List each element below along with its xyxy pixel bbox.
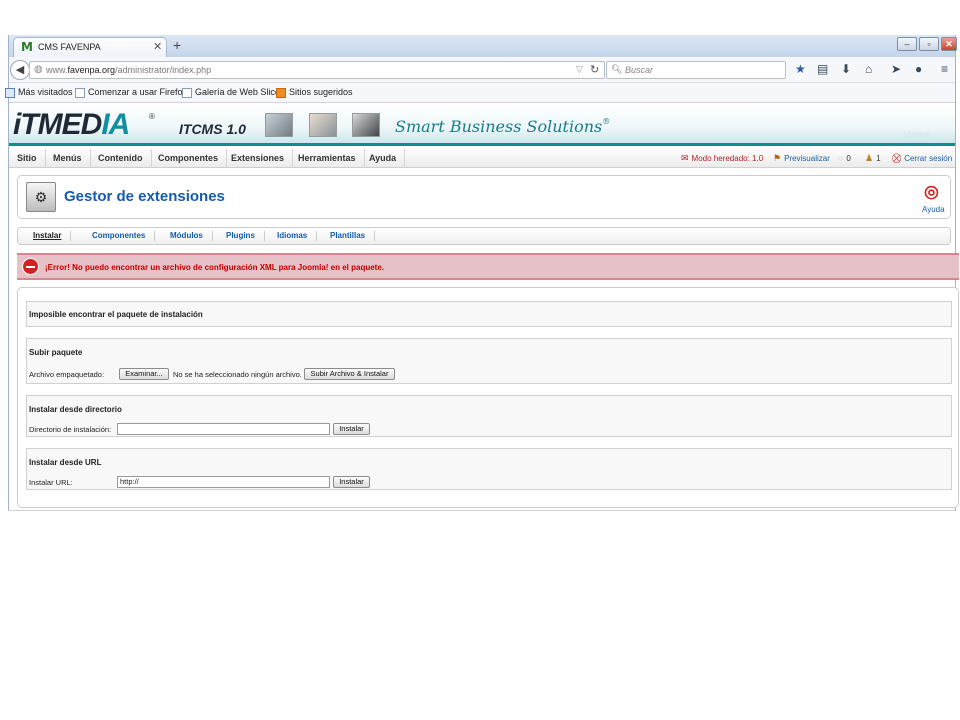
new-tab-icon[interactable]: +: [173, 37, 181, 53]
tab-idiomas[interactable]: Idiomas: [268, 231, 318, 241]
browse-button[interactable]: Examinar...: [119, 368, 169, 380]
menu-componentes[interactable]: Componentes: [150, 149, 228, 168]
version-label: Version 1.5.26: [904, 130, 931, 146]
chat-icon[interactable]: ●: [915, 62, 922, 76]
preview-link[interactable]: ⚑ Previsualizar: [773, 153, 830, 164]
minimize-button[interactable]: –: [897, 37, 917, 51]
reading-list-icon[interactable]: ▤: [817, 62, 828, 76]
file-status: No se ha seleccionado ningún archivo.: [173, 370, 302, 379]
banner-photo-business: [352, 113, 380, 137]
upload-section-title: Subir paquete: [29, 348, 83, 357]
tab-close-icon[interactable]: ✕: [153, 40, 162, 53]
help-link[interactable]: Ayuda: [922, 205, 945, 214]
maximize-button[interactable]: ▫: [919, 37, 939, 51]
suggested-sites-icon: [276, 87, 286, 98]
bookmark-most-visited[interactable]: Más visitados: [5, 87, 73, 98]
globe-icon: ◍: [34, 64, 43, 75]
directory-input[interactable]: [117, 423, 330, 435]
bookmark-star-icon[interactable]: ★: [795, 62, 806, 76]
search-bar[interactable]: 🔍︎ Buscar: [606, 61, 786, 79]
upload-install-button[interactable]: Subir Archivo & Instalar: [304, 368, 395, 380]
install-directory-button[interactable]: Instalar: [333, 423, 370, 435]
menu-sitio[interactable]: Sitio: [9, 149, 46, 168]
back-button[interactable]: ◀: [10, 60, 30, 80]
logout-icon: ⛒: [892, 153, 902, 163]
admin-menu-bar: Sitio Menús Contenido Componentes Extens…: [9, 149, 955, 168]
send-icon[interactable]: ➤: [891, 62, 901, 76]
tab-plugins[interactable]: Plugins: [217, 231, 265, 241]
install-notice-section: Imposible encontrar el paquete de instal…: [26, 301, 952, 327]
window-close-button[interactable]: ✕: [941, 37, 957, 51]
navigation-toolbar: ◀ ◍ www.favenpa.org/administrator/index.…: [9, 57, 955, 83]
bookmarks-toolbar: Más visitados Comenzar a usar Firefox Ga…: [5, 83, 955, 103]
messages-count[interactable]: ◌ 0: [838, 153, 851, 163]
menu-herramientas[interactable]: Herramientas: [290, 149, 365, 168]
admin-header-banner: iTMEDIA ® ITCMS 1.0 Smart Business Solut…: [9, 104, 955, 146]
tab-modulos[interactable]: Módulos: [161, 231, 213, 241]
bookmark-suggested-sites[interactable]: Sitios sugeridos: [276, 87, 353, 98]
reload-icon[interactable]: ↻: [590, 63, 599, 76]
legacy-mode-status: ✉ Modo heredado: 1.0: [681, 153, 764, 163]
directory-section-title: Instalar desde directorio: [29, 405, 122, 414]
search-icon: 🔍︎: [611, 64, 623, 74]
help-icon[interactable]: ◎: [924, 182, 939, 202]
search-input[interactable]: Buscar: [625, 65, 653, 75]
messages-icon: ◌: [838, 153, 844, 163]
browser-window: M CMS FAVENPA ✕ + – ▫ ✕ ◀ ◍ www.favenpa.…: [5, 35, 959, 511]
install-url-section: Instalar desde URL Instalar URL: http://…: [26, 448, 952, 490]
bookmark-folder-icon: [5, 87, 15, 98]
itmedia-logo: iTMEDIA: [13, 108, 130, 141]
install-notice-title: Imposible encontrar el paquete de instal…: [29, 310, 203, 319]
address-bar[interactable]: ◍ www.favenpa.org/administrator/index.ph…: [29, 61, 605, 79]
tab-plantillas[interactable]: Plantillas: [321, 231, 376, 241]
browser-titlebar: M CMS FAVENPA ✕ + – ▫ ✕: [9, 35, 957, 57]
menu-ayuda[interactable]: Ayuda: [361, 149, 406, 168]
url-text: www.favenpa.org/administrator/index.php: [46, 65, 212, 75]
logo-trademark: ®: [149, 112, 155, 121]
install-url-input[interactable]: http://: [117, 476, 330, 488]
banner-photo-meeting: [309, 113, 337, 137]
users-icon: ♟: [865, 153, 874, 163]
logout-link[interactable]: ⛒ Cerrar sesión: [892, 153, 952, 164]
site-favicon-icon: M: [21, 40, 33, 54]
users-count[interactable]: ♟ 1: [865, 153, 881, 164]
product-name: ITCMS 1.0: [179, 121, 246, 137]
home-icon[interactable]: ⌂: [865, 62, 872, 76]
preview-icon: ⚑: [773, 153, 782, 163]
tab-componentes[interactable]: Componentes: [83, 231, 156, 241]
install-panel: Imposible encontrar el paquete de instal…: [17, 287, 959, 508]
install-url-label: Instalar URL:: [29, 478, 73, 487]
menu-menus[interactable]: Menús: [45, 149, 91, 168]
browser-tab[interactable]: M CMS FAVENPA ✕: [13, 37, 167, 57]
mail-icon: ✉: [681, 153, 689, 163]
banner-tagline: Smart Business Solutions®: [395, 117, 611, 136]
upload-file-label: Archivo empaquetado:: [29, 370, 105, 379]
upload-package-section: Subir paquete Archivo empaquetado: Exami…: [26, 338, 952, 384]
extensions-icon: ⚙: [26, 182, 56, 212]
install-url-button[interactable]: Instalar: [333, 476, 370, 488]
directory-label: Directorio de instalación:: [29, 425, 112, 434]
menu-icon[interactable]: ≡: [941, 62, 948, 76]
install-directory-section: Instalar desde directorio Directorio de …: [26, 395, 952, 437]
menu-extensiones[interactable]: Extensiones: [223, 149, 294, 168]
page-title: Gestor de extensiones: [64, 188, 225, 205]
download-icon[interactable]: ⬇: [841, 62, 851, 76]
extension-subtabs: Instalar Componentes Módulos Plugins Idi…: [17, 227, 951, 245]
bookmark-page-icon: [182, 87, 192, 98]
banner-photo-office: [265, 113, 293, 137]
error-message-bar: ¡Error! No puedo encontrar un archivo de…: [17, 253, 959, 280]
url-dropdown-icon[interactable]: ▽: [576, 64, 583, 75]
error-icon: [22, 258, 39, 275]
bookmark-page-icon: [75, 87, 85, 98]
bookmark-web-slice[interactable]: Galería de Web Slice: [182, 87, 280, 98]
menu-contenido[interactable]: Contenido: [90, 149, 152, 168]
bookmark-get-started[interactable]: Comenzar a usar Firefox: [75, 87, 187, 98]
error-message: ¡Error! No puedo encontrar un archivo de…: [45, 263, 385, 272]
tab-instalar[interactable]: Instalar: [24, 231, 72, 241]
page-title-panel: ⚙ Gestor de extensiones ◎ Ayuda: [17, 175, 951, 219]
tab-title: CMS FAVENPA: [38, 42, 101, 52]
url-section-title: Instalar desde URL: [29, 458, 102, 467]
